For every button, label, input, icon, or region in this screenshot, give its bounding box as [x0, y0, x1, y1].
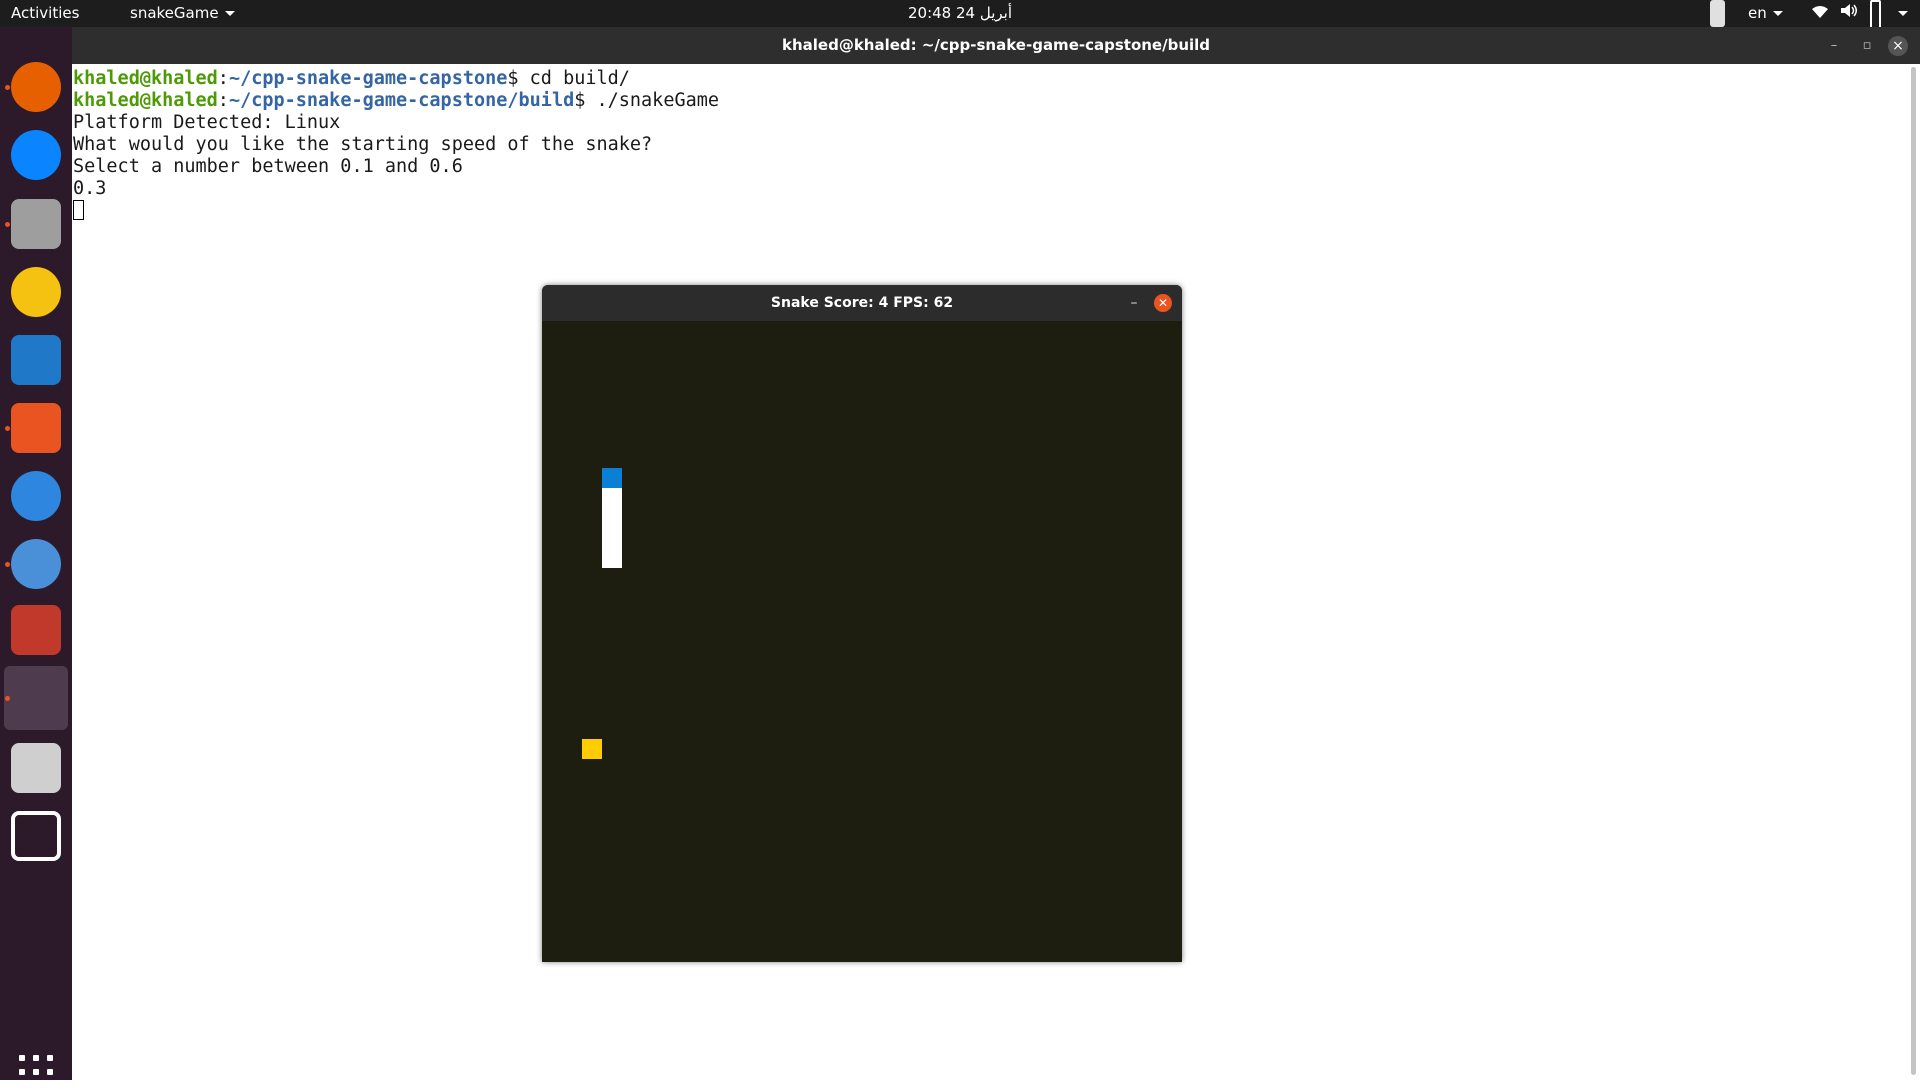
terminal-scrollbar[interactable]: [1911, 67, 1916, 1075]
volume-icon[interactable]: [1840, 0, 1858, 27]
language-label: en: [1748, 4, 1767, 22]
dock: [0, 27, 72, 1089]
wifi-icon[interactable]: [1812, 0, 1828, 27]
thunderbird-icon[interactable]: [11, 130, 61, 180]
rhythmbox-icon[interactable]: [11, 267, 61, 317]
food-item: [582, 739, 602, 759]
text-cursor: [73, 200, 84, 220]
clock[interactable]: 20:48 24 أبريل: [0, 0, 1920, 27]
command-text: $ cd build/: [507, 68, 630, 89]
system-menu[interactable]: [1892, 0, 1908, 27]
snake-game-window[interactable]: Snake Score: 4 FPS: 62 – ✕: [542, 285, 1182, 962]
close-button[interactable]: ✕: [1154, 294, 1172, 312]
running-indicator: [5, 562, 10, 567]
output-line: 0.3: [73, 178, 107, 199]
terminal-line: khaled@khaled:~/cpp-snake-game-capstone$…: [73, 68, 630, 89]
prompt-user: khaled@khaled: [73, 68, 218, 89]
minimize-button[interactable]: –: [1824, 36, 1844, 56]
running-indicator: [5, 696, 10, 701]
terminal-app-icon[interactable]: [11, 605, 61, 655]
chromium-icon[interactable]: [11, 539, 61, 589]
minimize-button[interactable]: –: [1124, 291, 1144, 315]
prompt-user: khaled@khaled: [73, 90, 218, 111]
snake-head: [602, 468, 622, 488]
snake-body: [602, 488, 622, 568]
show-applications-icon[interactable]: [19, 1055, 55, 1091]
snake-titlebar[interactable]: Snake Score: 4 FPS: 62 – ✕: [542, 285, 1182, 321]
snake-title: Snake Score: 4 FPS: 62: [770, 295, 954, 311]
chevron-down-icon: [1772, 11, 1783, 16]
terminal-title: khaled@khaled: ~/cpp-snake-game-capstone…: [781, 36, 1211, 54]
output-line: Select a number between 0.1 and 0.6: [73, 156, 463, 177]
help-icon[interactable]: [11, 471, 61, 521]
terminal-line: khaled@khaled:~/cpp-snake-game-capstone/…: [73, 90, 720, 111]
terminal-titlebar[interactable]: khaled@khaled: ~/cpp-snake-game-capstone…: [72, 27, 1920, 64]
pencil-icon[interactable]: [1710, 0, 1725, 27]
screenshot-icon[interactable]: [11, 811, 61, 861]
running-indicator: [5, 426, 10, 431]
running-indicator: [5, 85, 10, 90]
game-board[interactable]: [542, 321, 1182, 962]
language-indicator[interactable]: en: [1748, 0, 1783, 27]
cursor-line: [73, 200, 1903, 222]
usb-drive-icon[interactable]: [11, 743, 61, 793]
firefox-icon[interactable]: [11, 62, 61, 112]
dock-item-snakegame[interactable]: [4, 666, 68, 730]
libreoffice-writer-icon[interactable]: [11, 335, 61, 385]
command-text: $ ./snakeGame: [574, 90, 720, 111]
maximize-button[interactable]: ▫: [1857, 36, 1877, 56]
prompt-path: ~/cpp-snake-game-capstone: [228, 68, 508, 89]
files-icon[interactable]: [11, 199, 61, 249]
running-indicator: [5, 222, 10, 227]
close-button[interactable]: ×: [1888, 36, 1908, 56]
software-center-icon[interactable]: [11, 403, 61, 453]
top-bar: Activities snakeGame 20:48 24 أبريل en: [0, 0, 1920, 31]
chevron-down-icon: [1898, 11, 1908, 16]
output-line: What would you like the starting speed o…: [73, 134, 653, 155]
prompt-path: ~/cpp-snake-game-capstone/build: [228, 90, 575, 111]
output-line: Platform Detected: Linux: [73, 112, 341, 133]
